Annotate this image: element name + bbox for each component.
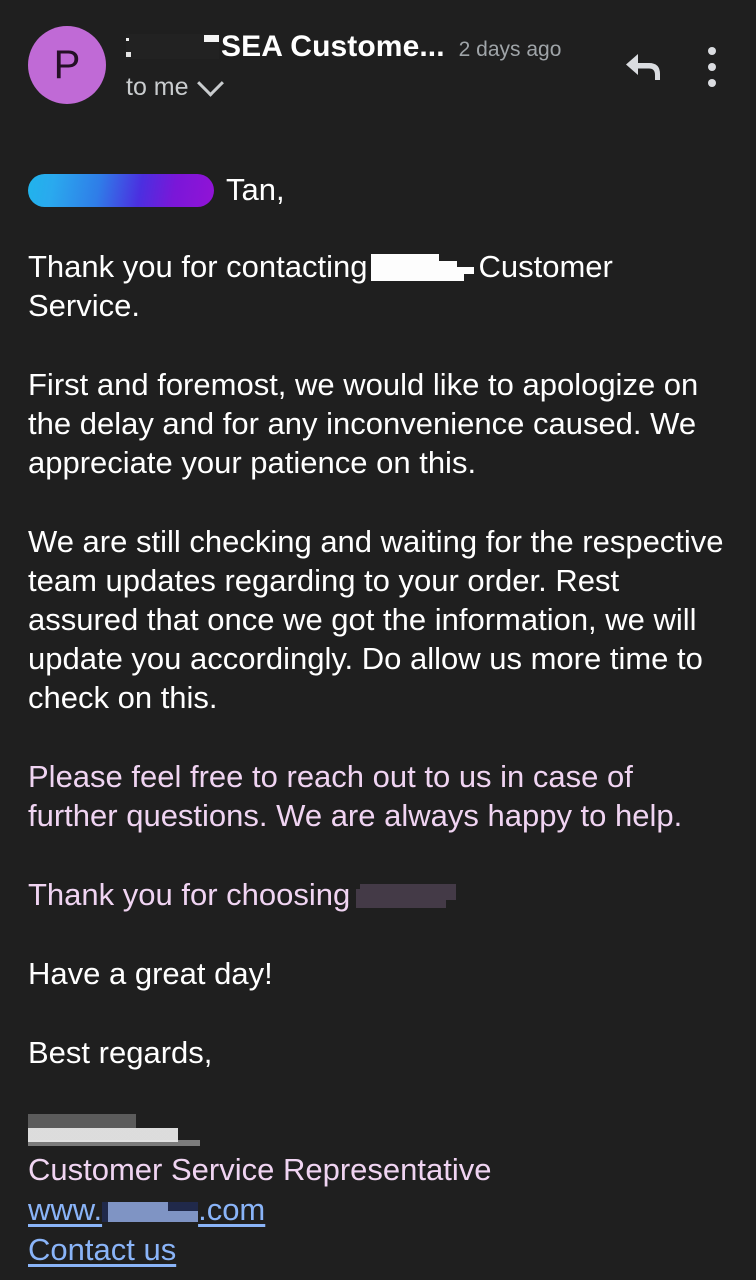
website-suffix: .com <box>198 1192 266 1227</box>
website-link[interactable]: www. .com <box>28 1190 265 1230</box>
greeting-suffix: Tan, <box>226 172 285 207</box>
signature-block: Customer Service Representative www. .com… <box>28 1112 728 1270</box>
redacted-sender-prefix <box>126 34 219 59</box>
thanks-text-before: Thank you for contacting <box>28 249 368 284</box>
paragraph-status: We are still checking and waiting for th… <box>28 524 724 715</box>
greeting-line: Tan, <box>28 170 728 209</box>
reply-button[interactable] <box>620 44 666 90</box>
chevron-down-icon[interactable] <box>196 69 224 97</box>
contact-us-link[interactable]: Contact us <box>28 1230 176 1270</box>
sender-line: SEA Custome... 2 days ago <box>126 30 620 64</box>
redacted-brand-name-2 <box>356 884 457 908</box>
paragraph-great-day: Have a great day! <box>28 956 273 991</box>
paragraph-thank-you-choosing: Thank you for choosing <box>28 875 728 914</box>
avatar[interactable]: P <box>28 26 106 104</box>
paragraph-reach-out: Please feel free to reach out to us in c… <box>28 759 683 833</box>
message-date: 2 days ago <box>458 38 562 61</box>
website-prefix: www. <box>28 1192 103 1227</box>
signature-role: Customer Service Representative <box>28 1152 492 1187</box>
redacted-domain <box>102 1202 199 1222</box>
paragraph-apology: First and foremost, we would like to apo… <box>28 367 699 480</box>
header-actions <box>620 26 738 90</box>
reply-arrow-icon <box>626 54 660 80</box>
redacted-recipient-name <box>28 174 214 207</box>
recipient-label: to me <box>126 73 189 101</box>
redacted-agent-name <box>28 1112 238 1148</box>
more-options-button[interactable] <box>692 44 738 90</box>
recipient-row[interactable]: to me <box>126 69 620 102</box>
message-header: P SEA Custome... 2 days ago to me <box>0 0 756 112</box>
message-body: Tan, Thank you for contacting Customer Se… <box>0 170 756 1270</box>
sender-block: SEA Custome... 2 days ago to me <box>106 26 620 102</box>
sender-name[interactable]: SEA Custome... <box>221 30 445 64</box>
redacted-brand-name <box>371 254 475 281</box>
more-vertical-icon <box>708 47 722 87</box>
thank-you-choosing-text: Thank you for choosing <box>28 877 351 912</box>
paragraph-best-regards: Best regards, <box>28 1035 213 1070</box>
paragraph-thanks: Thank you for contacting Customer Service… <box>28 247 728 325</box>
